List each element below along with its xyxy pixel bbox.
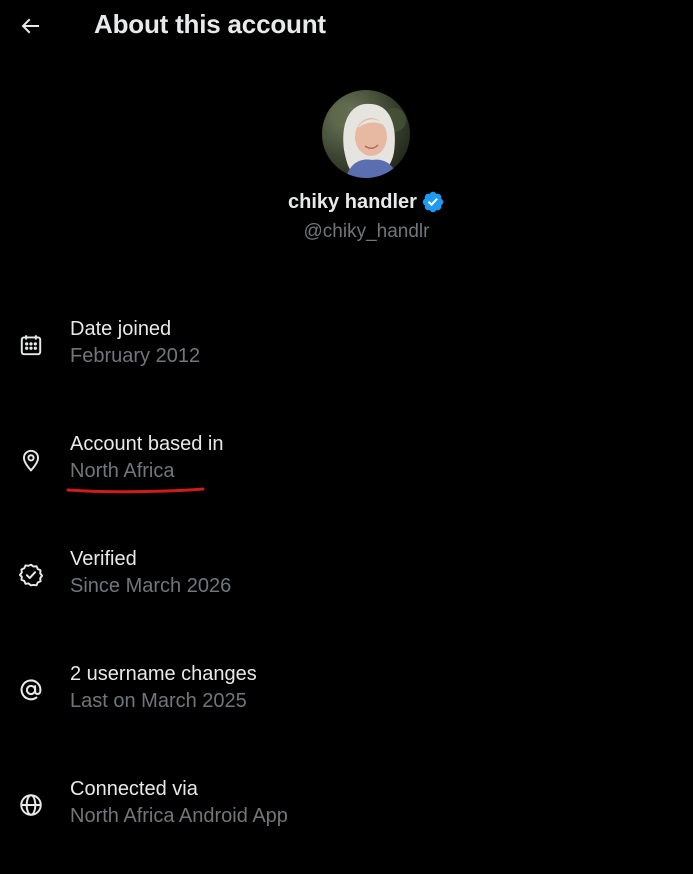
detail-title: Verified (70, 548, 137, 570)
detail-title: Account based in (70, 433, 224, 455)
detail-value: North Africa Android App (70, 805, 288, 827)
calendar-icon (18, 332, 44, 358)
back-button[interactable] (12, 8, 48, 44)
detail-title: Connected via (70, 778, 198, 800)
display-name: chiky handler (288, 190, 417, 213)
user-handle: @chiky_handlr (303, 221, 430, 242)
detail-value: Last on March 2025 (70, 690, 247, 712)
detail-row-username-changes: 2 username changes Last on March 2025 (0, 663, 693, 723)
detail-row-verified: Verified Since March 2026 (0, 548, 693, 608)
detail-row-date-joined: Date joined February 2012 (0, 318, 693, 378)
verified-badge-icon[interactable] (421, 190, 445, 214)
detail-title: Date joined (70, 318, 172, 340)
detail-value: North Africa (70, 460, 175, 482)
detail-title: 2 username changes (70, 663, 257, 685)
display-name-row: chiky handler (0, 190, 693, 214)
location-pin-icon (18, 447, 44, 473)
detail-value: Since March 2026 (70, 575, 232, 597)
detail-value: February 2012 (70, 345, 201, 367)
page-title: About this account (94, 9, 326, 39)
detail-row-connected-via: Connected via North Africa Android App (0, 778, 693, 838)
header-bar: About this account (0, 0, 693, 52)
at-sign-icon (18, 677, 44, 703)
verified-check-icon (18, 562, 44, 588)
red-underline-annotation (66, 487, 205, 494)
globe-icon (18, 792, 44, 818)
avatar[interactable] (322, 90, 410, 178)
arrow-left-icon (21, 18, 39, 34)
